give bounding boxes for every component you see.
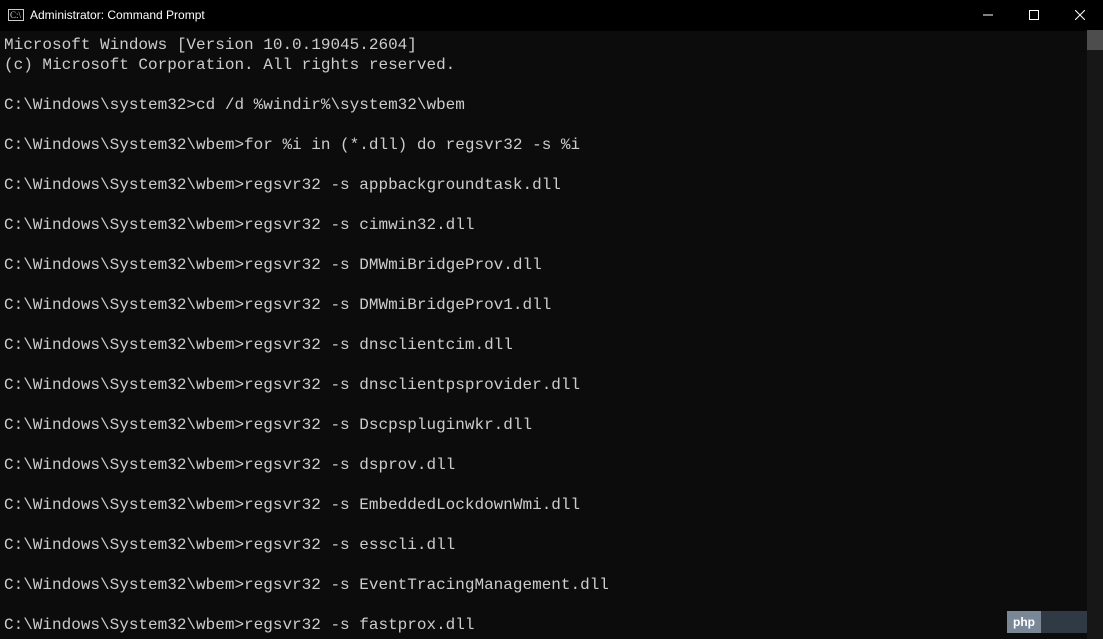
output-line: Microsoft Windows [Version 10.0.19045.26… [4, 35, 1097, 55]
titlebar[interactable]: C:\ Administrator: Command Prompt [0, 0, 1103, 31]
blank-line [4, 555, 1097, 575]
blank-line [4, 155, 1097, 175]
svg-text:C:\: C:\ [10, 10, 22, 20]
output-line: C:\Windows\System32\wbem>regsvr32 -s Emb… [4, 495, 1097, 515]
output-line: (c) Microsoft Corporation. All rights re… [4, 55, 1097, 75]
window-title: Administrator: Command Prompt [30, 8, 205, 22]
scrollbar-track[interactable] [1087, 30, 1103, 639]
blank-line [4, 475, 1097, 495]
terminal-output[interactable]: Microsoft Windows [Version 10.0.19045.26… [0, 31, 1103, 639]
blank-line [4, 355, 1097, 375]
watermark: php [1007, 611, 1087, 633]
close-button[interactable] [1057, 0, 1103, 30]
window-controls [965, 0, 1103, 30]
blank-line [4, 235, 1097, 255]
output-line: C:\Windows\System32\wbem>regsvr32 -s fas… [4, 615, 1097, 635]
output-line: C:\Windows\System32\wbem>regsvr32 -s ess… [4, 535, 1097, 555]
output-line: C:\Windows\system32>cd /d %windir%\syste… [4, 95, 1097, 115]
output-line: C:\Windows\System32\wbem>regsvr32 -s app… [4, 175, 1097, 195]
output-line: C:\Windows\System32\wbem>regsvr32 -s DMW… [4, 255, 1097, 275]
blank-line [4, 515, 1097, 535]
output-line: C:\Windows\System32\wbem>regsvr32 -s dsp… [4, 455, 1097, 475]
scrollbar-thumb[interactable] [1087, 30, 1103, 50]
output-line: C:\Windows\System32\wbem>regsvr32 -s dns… [4, 335, 1097, 355]
blank-line [4, 315, 1097, 335]
output-line: C:\Windows\System32\wbem>regsvr32 -s Dsc… [4, 415, 1097, 435]
blank-line [4, 195, 1097, 215]
blank-line [4, 75, 1097, 95]
output-line: C:\Windows\System32\wbem>regsvr32 -s Eve… [4, 575, 1097, 595]
output-line: C:\Windows\System32\wbem>regsvr32 -s dns… [4, 375, 1097, 395]
blank-line [4, 435, 1097, 455]
output-line: C:\Windows\System32\wbem>for %i in (*.dl… [4, 135, 1097, 155]
blank-line [4, 395, 1097, 415]
cmd-icon: C:\ [8, 7, 24, 23]
blank-line [4, 595, 1097, 615]
blank-line [4, 115, 1097, 135]
watermark-left: php [1007, 611, 1041, 633]
output-line: C:\Windows\System32\wbem>regsvr32 -s DMW… [4, 295, 1097, 315]
maximize-button[interactable] [1011, 0, 1057, 30]
output-line: C:\Windows\System32\wbem>regsvr32 -s cim… [4, 215, 1097, 235]
blank-line [4, 275, 1097, 295]
watermark-right [1041, 611, 1087, 633]
minimize-button[interactable] [965, 0, 1011, 30]
command-prompt-window: C:\ Administrator: Command Prompt Micros… [0, 0, 1103, 639]
